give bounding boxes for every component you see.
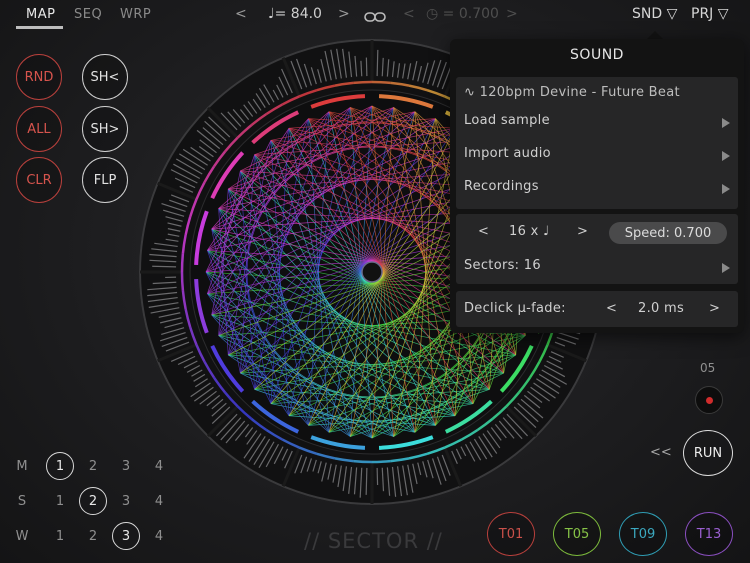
run-button[interactable]: RUN xyxy=(683,430,733,476)
tempo-increase-button[interactable]: > xyxy=(338,6,350,22)
grid-option[interactable]: 2 xyxy=(81,459,105,474)
tempo-display: ♩= 84.0 xyxy=(268,6,322,22)
load-sample-label: Load sample xyxy=(464,113,550,128)
import-audio-label: Import audio xyxy=(464,146,551,161)
shift-left-button[interactable]: SH< xyxy=(82,54,128,100)
tab-map-indicator xyxy=(16,26,63,29)
track-button-t13[interactable]: T13 xyxy=(685,512,733,556)
grid-option-selected[interactable]: 2 xyxy=(79,487,107,515)
snd-menu-button[interactable]: SND ▽ xyxy=(632,6,677,22)
prj-menu-button[interactable]: PRJ ▽ xyxy=(691,6,729,22)
speed-button[interactable]: Speed: 0.700 xyxy=(609,222,727,244)
grid-option[interactable]: 1 xyxy=(48,529,72,544)
chevron-right-icon xyxy=(722,118,730,128)
recordings-label: Recordings xyxy=(464,179,539,194)
length-decrease-button[interactable]: < xyxy=(478,224,489,239)
tempo-decrease-button[interactable]: < xyxy=(235,6,247,22)
record-counter: 05 xyxy=(700,361,716,375)
link-icon[interactable] xyxy=(364,8,386,22)
length-section: < 16 x ♩ > Speed: 0.700 Sectors: 16 xyxy=(456,214,738,284)
tab-seq[interactable]: SEQ xyxy=(74,7,102,22)
tab-wrp[interactable]: WRP xyxy=(120,7,151,22)
import-audio-item[interactable]: Import audio xyxy=(456,142,738,170)
grid-option[interactable]: 4 xyxy=(147,459,171,474)
grid-option-selected[interactable]: 3 xyxy=(112,522,140,550)
all-button[interactable]: ALL xyxy=(16,106,62,152)
grid-option[interactable]: 3 xyxy=(114,459,138,474)
load-sample-item[interactable]: Load sample xyxy=(456,109,738,137)
sectors-label: Sectors: 16 xyxy=(464,258,541,273)
grid-option[interactable]: 4 xyxy=(147,494,171,509)
declick-decrease-button[interactable]: < xyxy=(606,301,617,316)
declick-label: Declick µ-fade: xyxy=(464,301,566,316)
grid-option[interactable]: 1 xyxy=(48,494,72,509)
speed-display: ◷ = 0.700 xyxy=(426,6,499,22)
recordings-item[interactable]: Recordings xyxy=(456,175,738,203)
shift-right-button[interactable]: SH> xyxy=(82,106,128,152)
declick-value: 2.0 ms xyxy=(638,301,685,316)
length-increase-button[interactable]: > xyxy=(577,224,588,239)
chevron-right-icon xyxy=(722,263,730,273)
grid-option[interactable]: 3 xyxy=(114,494,138,509)
declick-increase-button[interactable]: > xyxy=(709,301,720,316)
track-button-t09[interactable]: T09 xyxy=(619,512,667,556)
rnd-button[interactable]: RND xyxy=(16,54,62,100)
panel-title: SOUND xyxy=(570,47,624,63)
track-button-t05[interactable]: T05 xyxy=(553,512,601,556)
sound-panel: SOUND ∿ 120bpm Devine - Future Beat Load… xyxy=(450,39,744,333)
grid-row-label: M xyxy=(16,459,28,474)
grid-option-selected[interactable]: 1 xyxy=(46,452,74,480)
chevron-right-icon xyxy=(722,184,730,194)
sample-section: ∿ 120bpm Devine - Future Beat Load sampl… xyxy=(456,77,738,209)
grid-option[interactable]: 2 xyxy=(81,529,105,544)
clr-button[interactable]: CLR xyxy=(16,157,62,203)
speed-increase-button[interactable]: > xyxy=(506,6,518,22)
chevron-right-icon xyxy=(722,151,730,161)
sectors-item[interactable]: Sectors: 16 xyxy=(456,252,738,280)
grid-row-label: S xyxy=(17,494,27,509)
length-value: 16 x ♩ xyxy=(509,224,550,239)
flip-button[interactable]: FLP xyxy=(82,157,128,203)
sample-name: ∿ 120bpm Devine - Future Beat xyxy=(464,85,680,100)
grid-row-label: W xyxy=(15,529,29,544)
record-dot-icon xyxy=(706,397,713,404)
app-logo: // SECTOR // xyxy=(304,529,443,553)
tab-map[interactable]: MAP xyxy=(26,7,55,22)
grid-option[interactable]: 4 xyxy=(147,529,171,544)
declick-section: Declick µ-fade: < 2.0 ms > xyxy=(456,291,738,327)
record-button[interactable] xyxy=(695,386,723,414)
rewind-button[interactable]: << xyxy=(650,445,672,460)
track-button-t01[interactable]: T01 xyxy=(487,512,535,556)
speed-decrease-button[interactable]: < xyxy=(403,6,415,22)
